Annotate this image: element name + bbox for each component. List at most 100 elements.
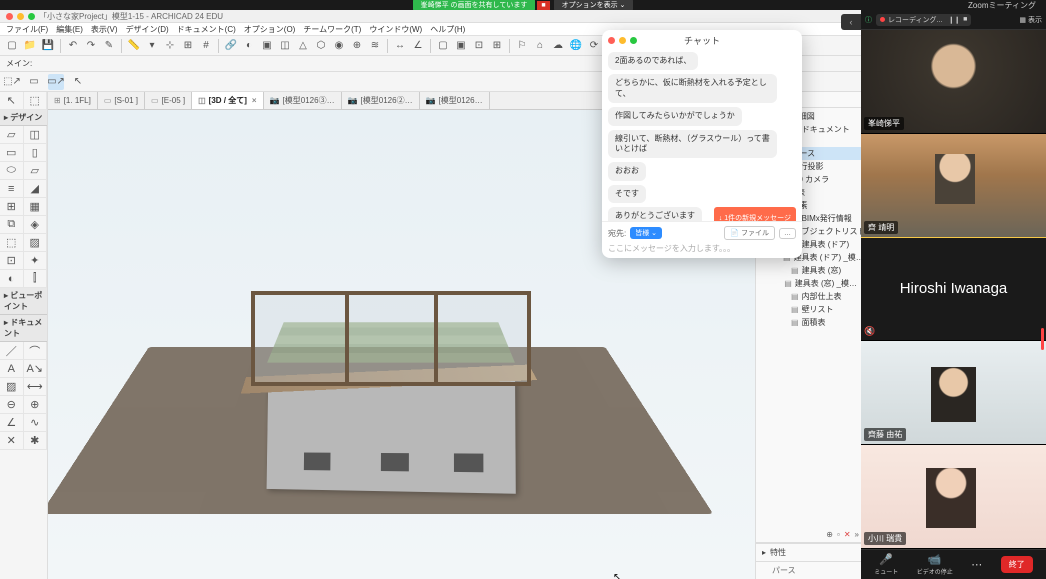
chat-input[interactable]: ここにメッセージを入力します。。。: [608, 243, 796, 254]
guide-icon[interactable]: ⊹: [162, 38, 178, 54]
lamp-tool-icon[interactable]: ✦: [24, 252, 48, 270]
marquee-icon[interactable]: ▭: [26, 74, 42, 90]
window-tool-icon[interactable]: ▭: [0, 144, 24, 162]
arc-tool-icon[interactable]: ⌒: [24, 342, 48, 360]
attach-file-button[interactable]: 📄 ファイル: [724, 226, 775, 240]
dim-tool-icon[interactable]: ⟷: [24, 378, 48, 396]
menu-help[interactable]: ヘルプ(H): [430, 24, 465, 35]
mute-button[interactable]: 🎤 ミュート: [874, 553, 898, 576]
slab-tool-icon[interactable]: ▱: [24, 162, 48, 180]
participant-tile[interactable]: 齊藤 由祐: [861, 341, 1046, 445]
spline-tool-icon[interactable]: ∿: [24, 414, 48, 432]
view-tab[interactable]: ▭[S-01 ]: [98, 92, 145, 109]
participant-tile[interactable]: 峯崎悌平: [861, 30, 1046, 134]
attach-icon[interactable]: 🔗: [223, 38, 239, 54]
angle-icon[interactable]: ∠: [410, 38, 426, 54]
cloud-icon[interactable]: ☁: [550, 38, 566, 54]
label-tool-icon[interactable]: A↘: [24, 360, 48, 378]
redo-icon[interactable]: ↷: [83, 38, 99, 54]
tool-e-icon[interactable]: ⬡: [313, 38, 329, 54]
open-icon[interactable]: 📁: [22, 38, 38, 54]
view3-icon[interactable]: ⊡: [471, 38, 487, 54]
column-tool-icon[interactable]: ▯: [24, 144, 48, 162]
stop-share-button[interactable]: ■: [537, 1, 549, 10]
participants-button[interactable]: ⋯: [971, 558, 982, 571]
tool-h-icon[interactable]: ≋: [367, 38, 383, 54]
level-tool-icon[interactable]: ⊖: [0, 396, 24, 414]
door-tool-icon[interactable]: ◫: [24, 126, 48, 144]
menu-edit[interactable]: 編集(E): [56, 24, 83, 35]
participant-tile[interactable]: 齊 靖明: [861, 134, 1046, 238]
view1-icon[interactable]: ▢: [435, 38, 451, 54]
properties-section[interactable]: ▸ 特性: [756, 543, 861, 561]
wall-tool-icon[interactable]: ▱: [0, 126, 24, 144]
navigator-item[interactable]: ▤内部仕上表: [756, 290, 861, 303]
roof-tool-icon[interactable]: ◢: [24, 180, 48, 198]
fill-tool-icon[interactable]: ▨: [0, 378, 24, 396]
end-meeting-button[interactable]: 終了: [1001, 556, 1033, 573]
navigator-item[interactable]: ▤面積表: [756, 316, 861, 329]
viewpoint-section[interactable]: ▸ ビューポイント: [0, 288, 47, 315]
layer-icon[interactable]: #: [198, 38, 214, 54]
menu-file[interactable]: ファイル(F): [6, 24, 48, 35]
view2-icon[interactable]: ▣: [453, 38, 469, 54]
view-tab[interactable]: ◫[3D / 全て]×: [192, 92, 263, 109]
stop-recording-icon[interactable]: ■: [963, 16, 967, 23]
opening-tool-icon[interactable]: ◐: [0, 270, 24, 288]
close-tab-icon[interactable]: ×: [252, 96, 257, 105]
beam-tool-icon[interactable]: ⬭: [0, 162, 24, 180]
arrow-tool-icon[interactable]: ↖: [0, 92, 24, 110]
save-icon[interactable]: 💾: [40, 38, 56, 54]
chat-recipient-dropdown[interactable]: 皆様 ⌄: [630, 227, 662, 239]
maximize-icon[interactable]: [630, 37, 637, 44]
close-icon[interactable]: [608, 37, 615, 44]
line-tool-icon[interactable]: ／: [0, 342, 24, 360]
pause-recording-icon[interactable]: ❙❙: [948, 16, 960, 24]
menu-document[interactable]: ドキュメント(C): [177, 24, 236, 35]
skylight-tool-icon[interactable]: ▦: [24, 198, 48, 216]
menu-window[interactable]: ウインドウ(W): [369, 24, 422, 35]
minimize-window-icon[interactable]: [17, 13, 24, 20]
shell-tool-icon[interactable]: ⊞: [0, 198, 24, 216]
object-tool-icon[interactable]: ⬚: [0, 234, 24, 252]
railing-tool-icon[interactable]: ⫿: [24, 270, 48, 288]
nav-new-icon[interactable]: ⊕: [826, 530, 833, 539]
curtain-tool-icon[interactable]: ⧉: [0, 216, 24, 234]
chat-messages[interactable]: 2面あるのであれば、どちらかに、仮に断熱材を入れる予定として、作図してみたらいか…: [602, 50, 802, 221]
view-tab[interactable]: 📷[模型0126③…: [264, 92, 342, 109]
pick-icon[interactable]: ✎: [101, 38, 117, 54]
document-section[interactable]: ▸ ドキュメント: [0, 315, 47, 342]
arrow-icon[interactable]: ↖: [70, 74, 86, 90]
menu-view[interactable]: 表示(V): [91, 24, 118, 35]
menu-teamwork[interactable]: チームワーク(T): [303, 24, 361, 35]
ruler-icon[interactable]: 📏: [126, 38, 142, 54]
collapse-panel-icon[interactable]: ‹: [841, 14, 861, 30]
angle-tool-icon[interactable]: ∠: [0, 414, 24, 432]
design-section[interactable]: ▸ デザイン: [0, 110, 47, 126]
navigator-item[interactable]: ▤建具表 (窓) _模…: [756, 277, 861, 290]
measure-icon[interactable]: ↔: [392, 38, 408, 54]
tool-c-icon[interactable]: ◫: [277, 38, 293, 54]
hotspot-tool-icon[interactable]: ✕: [0, 432, 24, 450]
marquee-tool-icon[interactable]: ⬚: [24, 92, 48, 110]
tool-f-icon[interactable]: ◉: [331, 38, 347, 54]
morph-tool-icon[interactable]: ◈: [24, 216, 48, 234]
view-tab[interactable]: 📷[模型0126…: [420, 92, 490, 109]
flag-icon[interactable]: ⚐: [514, 38, 530, 54]
home-icon[interactable]: ⌂: [532, 38, 548, 54]
video-button[interactable]: 📹 ビデオの停止: [917, 553, 953, 576]
navigator-item[interactable]: ▤壁リスト: [756, 303, 861, 316]
view-tab[interactable]: 📷[模型0126②…: [342, 92, 420, 109]
globe-icon[interactable]: 🌐: [568, 38, 584, 54]
stair-tool-icon[interactable]: ≡: [0, 180, 24, 198]
radial-tool-icon[interactable]: ⊕: [24, 396, 48, 414]
figure-tool-icon[interactable]: ✱: [24, 432, 48, 450]
new-message-button[interactable]: ↓ 1件の新規メッセージ: [714, 207, 796, 221]
view-tab[interactable]: ▭[E-05 ]: [145, 92, 192, 109]
zone-tool-icon[interactable]: ▨: [24, 234, 48, 252]
participant-tile[interactable]: 小川 瑞貴: [861, 445, 1046, 549]
view-tab[interactable]: ⊞[1. 1FL]: [48, 92, 98, 109]
nav-copy-icon[interactable]: ▫: [837, 530, 840, 539]
info-icon[interactable]: ⓘ: [865, 15, 872, 25]
nav-settings-icon[interactable]: »: [855, 530, 859, 539]
